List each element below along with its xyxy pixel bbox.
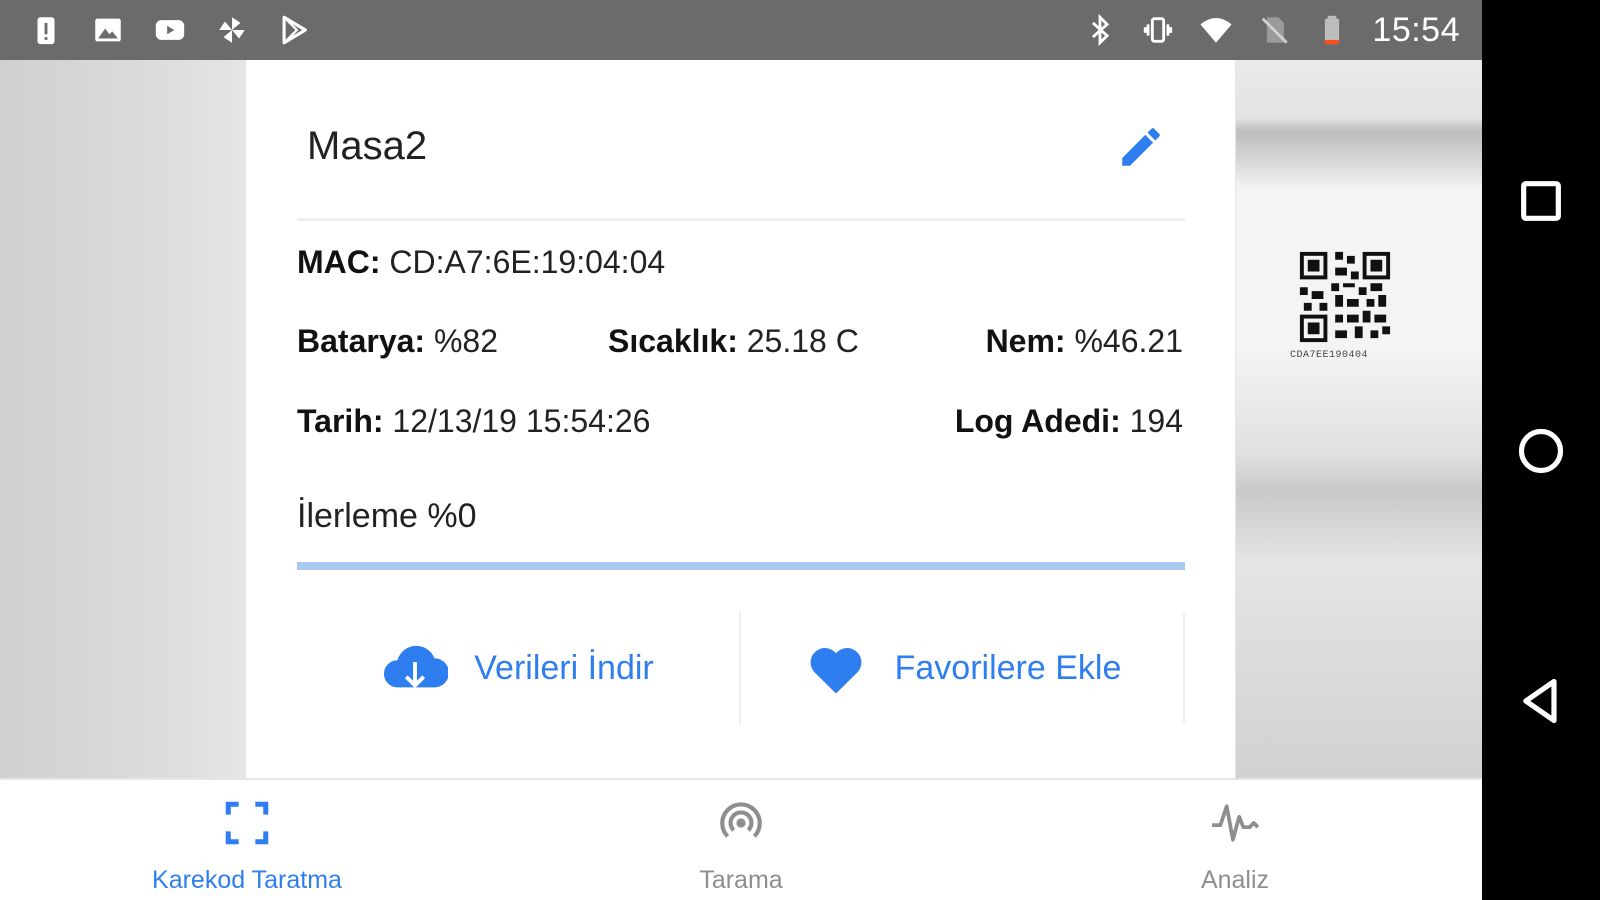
wifi-icon	[1198, 12, 1234, 48]
status-time: 15:54	[1372, 10, 1460, 49]
pulse-icon	[1212, 804, 1260, 842]
qr-label-text: CDA7EE190404	[1290, 350, 1369, 361]
tab-qr-scan-label: Karekod Taratma	[152, 866, 342, 894]
heart-icon	[810, 648, 862, 694]
mac-row: MAC: CD:A7:6E:19:04:04	[297, 244, 665, 281]
date-label: Tarih:	[297, 403, 384, 439]
download-data-label: Verileri İndir	[474, 648, 654, 687]
device-name: Masa2	[307, 124, 428, 168]
bottom-navigation: Karekod Taratma Tarama Analiz	[0, 778, 1482, 900]
home-button[interactable]	[1511, 421, 1571, 481]
status-bar-system: 15:54	[1082, 11, 1482, 50]
humidity-label: Nem:	[985, 323, 1066, 359]
battery-low-icon	[1314, 12, 1350, 48]
gallery-icon	[90, 12, 126, 48]
tab-scan[interactable]: Tarama	[494, 780, 988, 900]
youtube-icon	[152, 12, 188, 48]
tab-scan-label: Tarama	[699, 866, 783, 894]
back-triangle-icon	[1523, 678, 1557, 724]
status-bar: 15:54	[0, 0, 1482, 60]
add-favorite-label: Favorilere Ekle	[894, 648, 1122, 687]
tab-analysis-label: Analiz	[1200, 866, 1270, 894]
pinwheel-icon	[214, 12, 250, 48]
camera-scene-right: CDA7EE190404	[1236, 60, 1482, 778]
no-sim-icon	[1256, 12, 1292, 48]
log-count-label: Log Adedi:	[954, 403, 1121, 439]
tab-analysis[interactable]: Analiz	[988, 780, 1482, 900]
progress-bar	[297, 562, 1185, 570]
mac-label: MAC:	[297, 244, 381, 280]
mac-value: CD:A7:6E:19:04:04	[389, 244, 666, 280]
square-icon	[1521, 181, 1561, 221]
recents-button[interactable]	[1511, 171, 1571, 231]
log-count-value: 194	[1129, 403, 1183, 439]
play-store-icon	[276, 12, 312, 48]
qr-code-image	[1296, 248, 1394, 346]
header-divider	[297, 218, 1185, 221]
date-row: Tarih: 12/13/19 15:54:26	[297, 403, 650, 440]
circle-icon	[1518, 428, 1564, 474]
download-data-button[interactable]: Verileri İndir	[297, 612, 741, 724]
battery-label: Batarya:	[297, 323, 426, 359]
date-value: 12/13/19 15:54:26	[392, 403, 651, 439]
back-button[interactable]	[1511, 671, 1571, 731]
temperature-row: Sıcaklık: 25.18 C	[608, 323, 859, 360]
broadcast-icon	[720, 802, 762, 838]
log-count-row: Log Adedi: 194	[955, 403, 1183, 440]
cloud-download-icon	[384, 645, 449, 689]
edit-name-button[interactable]	[1112, 118, 1170, 176]
device-card: Masa2 MAC: CD:A7:6E:19:04:04 Batarya: %8…	[246, 60, 1235, 778]
status-bar-notifications	[0, 12, 312, 48]
temperature-value: 25.18 C	[746, 323, 859, 359]
battery-row: Batarya: %82	[297, 323, 498, 360]
progress-label: İlerleme %0	[297, 497, 477, 535]
humidity-row: Nem: %46.21	[986, 323, 1183, 360]
pencil-icon	[1122, 128, 1160, 166]
alert-icon	[28, 12, 64, 48]
android-navigation-bar	[1482, 0, 1600, 900]
temperature-label: Sıcaklık:	[608, 323, 738, 359]
vibrate-icon	[1140, 12, 1176, 48]
tab-qr-scan[interactable]: Karekod Taratma	[0, 780, 494, 900]
bluetooth-icon	[1082, 12, 1118, 48]
add-favorite-button[interactable]: Favorilere Ekle	[741, 612, 1185, 724]
humidity-value: %46.21	[1074, 323, 1183, 359]
battery-value: %82	[433, 323, 498, 359]
scan-frame-icon	[225, 801, 269, 845]
action-buttons: Verileri İndir Favorilere Ekle	[297, 612, 1185, 724]
